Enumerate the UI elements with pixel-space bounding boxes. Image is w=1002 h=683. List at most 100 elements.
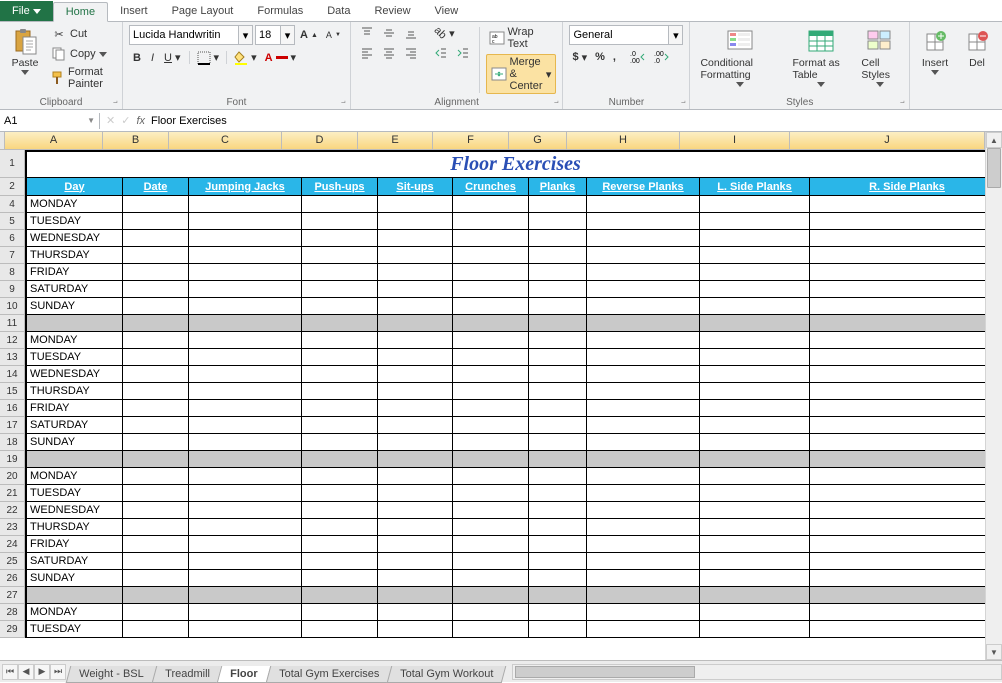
cell[interactable]	[378, 553, 453, 570]
cell[interactable]	[700, 366, 810, 383]
cell[interactable]	[123, 417, 189, 434]
cell[interactable]	[25, 451, 123, 468]
cell[interactable]	[302, 298, 378, 315]
row-header[interactable]: 15	[0, 383, 25, 400]
cell[interactable]	[529, 213, 587, 230]
cell[interactable]	[810, 417, 985, 434]
cell[interactable]	[378, 434, 453, 451]
chevron-down-icon[interactable]: ▾	[669, 25, 683, 45]
cell[interactable]	[587, 485, 700, 502]
cell[interactable]	[810, 247, 985, 264]
cell[interactable]	[529, 451, 587, 468]
cell[interactable]	[123, 264, 189, 281]
cell[interactable]	[189, 519, 302, 536]
row-header[interactable]: 19	[0, 451, 25, 468]
cell[interactable]	[123, 298, 189, 315]
cell[interactable]	[587, 383, 700, 400]
cell[interactable]	[587, 519, 700, 536]
cell[interactable]	[529, 468, 587, 485]
cell[interactable]	[810, 298, 985, 315]
cell[interactable]: WEDNESDAY	[25, 230, 123, 247]
cell[interactable]	[302, 485, 378, 502]
cell[interactable]	[529, 570, 587, 587]
cell[interactable]: WEDNESDAY	[25, 502, 123, 519]
row-header[interactable]: 28	[0, 604, 25, 621]
cell[interactable]	[529, 332, 587, 349]
cell[interactable]	[587, 400, 700, 417]
row-header[interactable]: 14	[0, 366, 25, 383]
cell[interactable]	[302, 570, 378, 587]
cell[interactable]	[587, 315, 700, 332]
cell[interactable]	[700, 400, 810, 417]
sheet-tab[interactable]: Weight - BSL	[66, 666, 157, 683]
cell[interactable]	[378, 298, 453, 315]
cell[interactable]	[189, 281, 302, 298]
fx-icon[interactable]: fx	[136, 115, 145, 127]
cell[interactable]	[529, 349, 587, 366]
cell[interactable]	[378, 621, 453, 638]
cell[interactable]: MONDAY	[25, 196, 123, 213]
cell[interactable]	[189, 451, 302, 468]
cell[interactable]	[453, 298, 529, 315]
chevron-down-icon[interactable]: ▼	[87, 116, 95, 125]
cell[interactable]	[587, 417, 700, 434]
cell[interactable]	[378, 247, 453, 264]
cell[interactable]	[302, 196, 378, 213]
align-top-button[interactable]	[357, 25, 377, 41]
cell[interactable]	[189, 536, 302, 553]
header-cell[interactable]: Crunches	[453, 178, 529, 196]
cell[interactable]	[453, 502, 529, 519]
cell[interactable]	[378, 213, 453, 230]
cell[interactable]	[587, 332, 700, 349]
cell[interactable]	[700, 451, 810, 468]
cell[interactable]	[378, 570, 453, 587]
grow-font-button[interactable]: A▲	[297, 28, 321, 42]
font-size-combo[interactable]: ▾	[255, 25, 295, 45]
cell[interactable]	[700, 230, 810, 247]
cell[interactable]	[587, 553, 700, 570]
cell[interactable]	[700, 196, 810, 213]
cell[interactable]	[587, 349, 700, 366]
cell[interactable]	[700, 468, 810, 485]
cell[interactable]	[123, 434, 189, 451]
cell[interactable]	[123, 332, 189, 349]
cell[interactable]: THURSDAY	[25, 519, 123, 536]
cell[interactable]	[123, 349, 189, 366]
cell[interactable]	[189, 349, 302, 366]
row-header[interactable]: 17	[0, 417, 25, 434]
cell[interactable]	[529, 383, 587, 400]
cell[interactable]	[700, 281, 810, 298]
comma-button[interactable]: ,	[610, 50, 619, 64]
cell[interactable]	[529, 536, 587, 553]
cell[interactable]	[587, 621, 700, 638]
sheet-tab[interactable]: Total Gym Workout	[387, 666, 507, 683]
cell[interactable]	[189, 332, 302, 349]
cell[interactable]	[529, 298, 587, 315]
cell[interactable]	[123, 281, 189, 298]
cell[interactable]	[189, 247, 302, 264]
cell[interactable]	[189, 298, 302, 315]
cell[interactable]	[123, 570, 189, 587]
paste-button[interactable]: Paste	[6, 25, 44, 77]
cell[interactable]: SUNDAY	[25, 434, 123, 451]
tab-home[interactable]: Home	[53, 2, 108, 22]
vertical-scrollbar[interactable]: ▲ ▼	[985, 132, 1002, 660]
cell[interactable]	[700, 502, 810, 519]
cell[interactable]: SATURDAY	[25, 281, 123, 298]
cell[interactable]	[810, 332, 985, 349]
cell[interactable]	[123, 468, 189, 485]
column-header[interactable]: E	[358, 132, 433, 150]
scrollbar-thumb[interactable]	[515, 666, 695, 678]
cell[interactable]	[529, 434, 587, 451]
cell[interactable]	[810, 213, 985, 230]
cell[interactable]	[302, 213, 378, 230]
scroll-down-icon[interactable]: ▼	[986, 644, 1002, 660]
number-format-combo[interactable]: ▾	[569, 25, 683, 45]
format-as-table-button[interactable]: Format as Table	[789, 25, 854, 89]
tab-view[interactable]: View	[423, 1, 471, 21]
cell[interactable]	[587, 536, 700, 553]
sheet-tab[interactable]: Treadmill	[151, 666, 222, 683]
cell[interactable]	[123, 553, 189, 570]
header-cell[interactable]: L. Side Planks	[700, 178, 810, 196]
font-color-button[interactable]: A▾	[262, 50, 299, 65]
